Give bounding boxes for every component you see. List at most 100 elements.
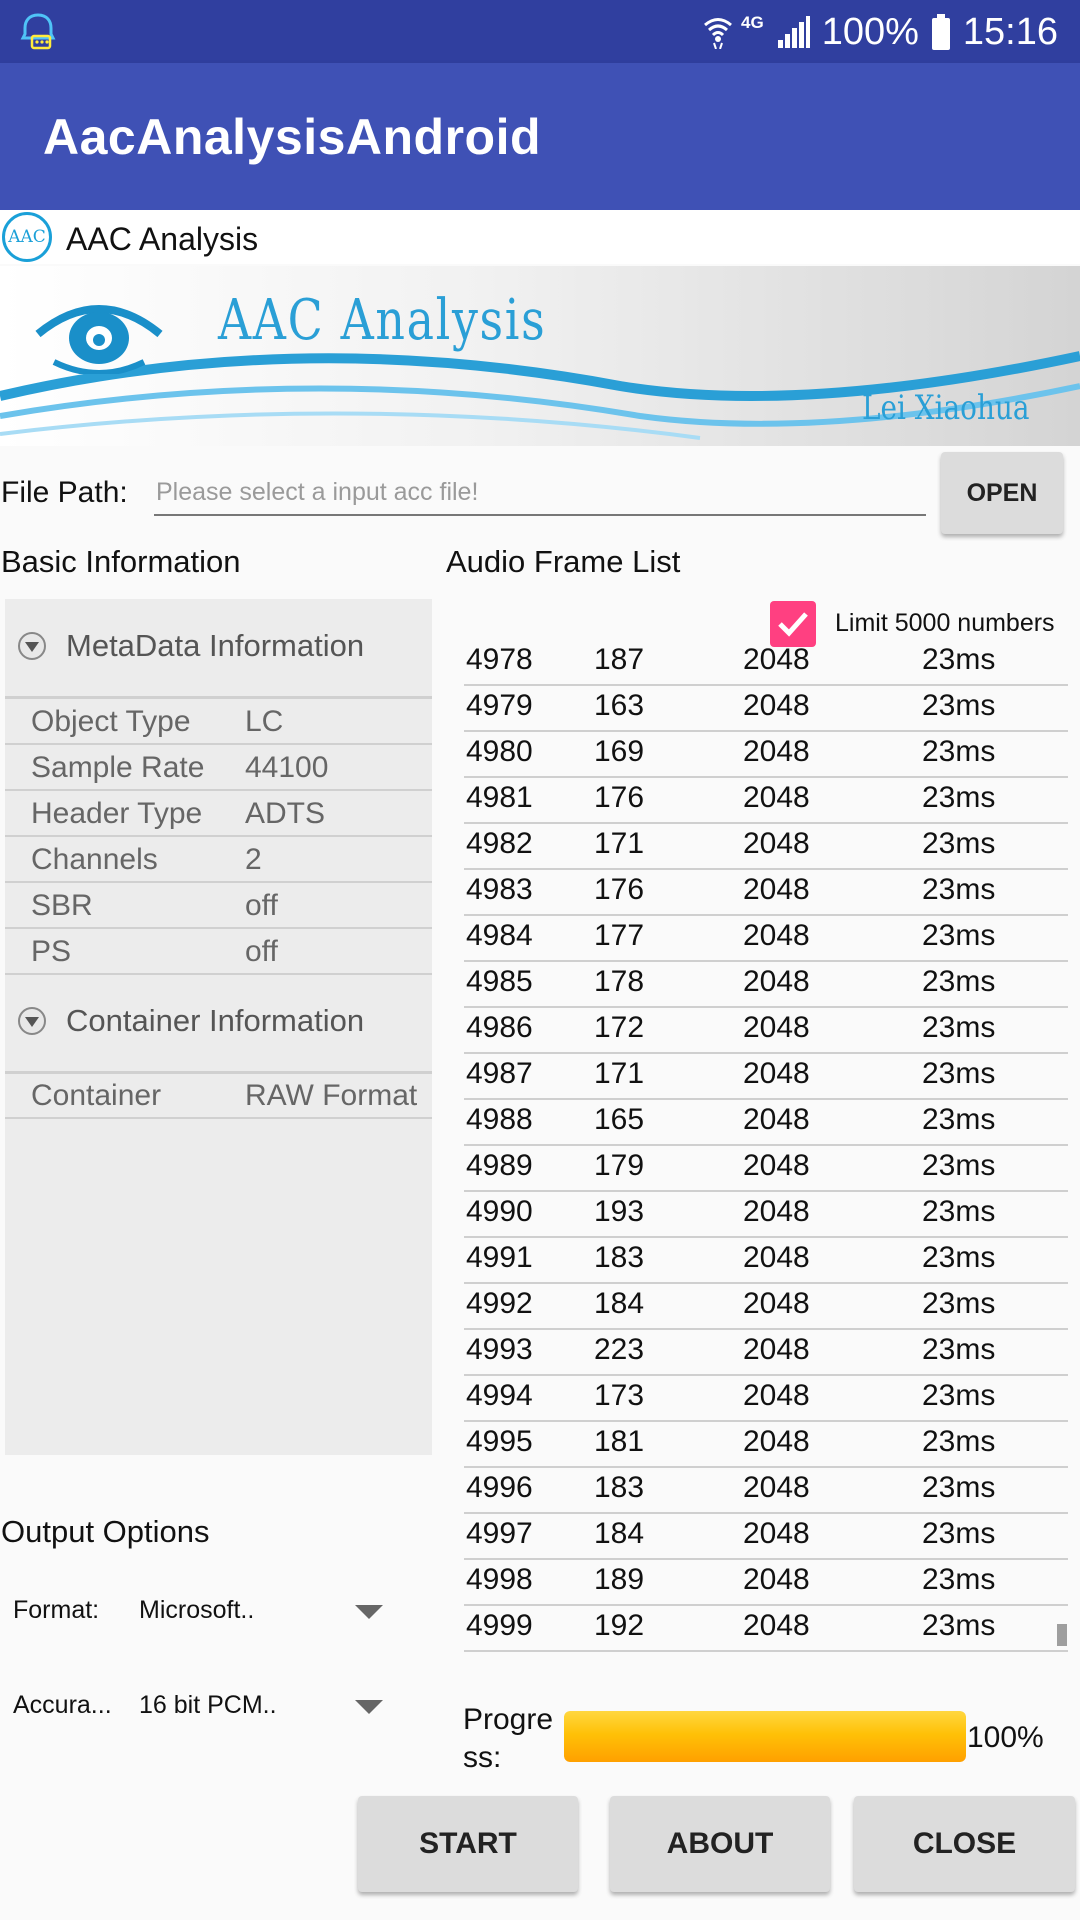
frame-row[interactable]: 4980 169 2048 23ms (464, 732, 1068, 778)
battery-icon (931, 14, 950, 50)
frame-row[interactable]: 4988 165 2048 23ms (464, 1100, 1068, 1146)
frame-duration: 23ms (922, 1011, 996, 1044)
basic-info-title: Basic Information (1, 544, 241, 579)
frame-size: 171 (594, 1057, 645, 1090)
frame-id: 4994 (466, 1379, 533, 1412)
frame-size: 184 (594, 1517, 645, 1550)
frame-row[interactable]: 4999 192 2048 23ms (464, 1606, 1068, 1652)
frame-row[interactable]: 4981 176 2048 23ms (464, 778, 1068, 824)
info-row-channels: Channels 2 (5, 837, 432, 883)
checkmark-icon (778, 612, 808, 637)
info-key: Sample Rate (31, 751, 205, 784)
status-bar: 4G 100% 15:16 (0, 0, 1080, 63)
frame-size: 179 (594, 1149, 645, 1182)
subtitle-row: AAC AAC Analysis (0, 210, 1080, 264)
about-button[interactable]: ABOUT (610, 1796, 830, 1892)
frame-size: 189 (594, 1563, 645, 1596)
frame-duration: 23ms (922, 1379, 996, 1412)
metadata-group-header[interactable]: MetaData Information (5, 599, 432, 691)
file-path-input[interactable] (154, 470, 926, 516)
list-scrollbar[interactable] (1057, 1624, 1067, 1646)
frame-id: 4989 (466, 1149, 533, 1182)
frame-samples: 2048 (743, 919, 810, 952)
frame-row[interactable]: 4979 163 2048 23ms (464, 686, 1068, 732)
info-key: Channels (31, 843, 158, 876)
frame-row[interactable]: 4987 171 2048 23ms (464, 1054, 1068, 1100)
progress-value: 100% (967, 1721, 1044, 1754)
format-value: Microsoft.. (139, 1596, 255, 1624)
frame-samples: 2048 (743, 1057, 810, 1090)
frame-id: 4998 (466, 1563, 533, 1596)
container-header-label: Container Information (66, 1003, 365, 1038)
frame-row[interactable]: 4985 178 2048 23ms (464, 962, 1068, 1008)
frame-size: 187 (594, 643, 645, 676)
frame-samples: 2048 (743, 689, 810, 722)
format-dropdown[interactable]: Microsoft.. (130, 1580, 390, 1640)
frame-samples: 2048 (743, 965, 810, 998)
frame-duration: 23ms (922, 873, 996, 906)
frame-duration: 23ms (922, 1057, 996, 1090)
frame-id: 4987 (466, 1057, 533, 1090)
info-row-object-type: Object Type LC (5, 699, 432, 745)
frame-row[interactable]: 4984 177 2048 23ms (464, 916, 1068, 962)
format-label: Format: (13, 1596, 100, 1624)
frame-row[interactable]: 4982 171 2048 23ms (464, 824, 1068, 870)
frame-row[interactable]: 4991 183 2048 23ms (464, 1238, 1068, 1284)
open-button[interactable]: OPEN (941, 452, 1063, 534)
frame-row[interactable]: 4995 181 2048 23ms (464, 1422, 1068, 1468)
frame-size: 223 (594, 1333, 645, 1366)
frame-id: 4985 (466, 965, 533, 998)
app-bar: AacAnalysisAndroid (0, 63, 1080, 210)
dropdown-arrow-icon (355, 1700, 383, 1714)
audio-frame-list[interactable]: 4978 187 2048 23ms 4979 163 2048 23ms 4980 169 204… (464, 640, 1068, 1652)
expand-icon (18, 1007, 46, 1035)
info-row-header-type: Header Type ADTS (5, 791, 432, 837)
info-value: RAW Format (245, 1079, 418, 1112)
info-row-sample-rate: Sample Rate 44100 (5, 745, 432, 791)
limit-label: Limit 5000 numbers (835, 609, 1055, 637)
info-key: Object Type (31, 705, 191, 738)
banner-author: Lei Xiaohua (862, 388, 1030, 428)
frame-size: 178 (594, 965, 645, 998)
frame-samples: 2048 (743, 1517, 810, 1550)
info-key: SBR (31, 889, 93, 922)
frame-row[interactable]: 4998 189 2048 23ms (464, 1560, 1068, 1606)
accuracy-value: 16 bit PCM.. (139, 1691, 277, 1719)
frame-id: 4986 (466, 1011, 533, 1044)
frame-id: 4993 (466, 1333, 533, 1366)
info-key: PS (31, 935, 72, 968)
frame-duration: 23ms (922, 1287, 996, 1320)
frame-row[interactable]: 4978 187 2048 23ms (464, 640, 1068, 686)
frame-row[interactable]: 4992 184 2048 23ms (464, 1284, 1068, 1330)
frame-row[interactable]: 4997 184 2048 23ms (464, 1514, 1068, 1560)
frame-id: 4978 (466, 643, 533, 676)
frame-row[interactable]: 4989 179 2048 23ms (464, 1146, 1068, 1192)
frame-row[interactable]: 4986 172 2048 23ms (464, 1008, 1068, 1054)
frame-samples: 2048 (743, 827, 810, 860)
frame-row[interactable]: 4993 223 2048 23ms (464, 1330, 1068, 1376)
frame-id: 4997 (466, 1517, 533, 1550)
clock: 15:16 (962, 10, 1058, 53)
info-row-ps: PS off (5, 929, 432, 975)
container-group-header[interactable]: Container Information (5, 974, 432, 1066)
frame-row[interactable]: 4990 193 2048 23ms (464, 1192, 1068, 1238)
frame-id: 4996 (466, 1471, 533, 1504)
frame-row[interactable]: 4983 176 2048 23ms (464, 870, 1068, 916)
frame-id: 4991 (466, 1241, 533, 1274)
frame-id: 4990 (466, 1195, 533, 1228)
frame-duration: 23ms (922, 643, 996, 676)
basic-info-panel: MetaData Information Object Type LC Samp… (5, 599, 432, 1455)
frame-samples: 2048 (743, 1287, 810, 1320)
frame-row[interactable]: 4994 173 2048 23ms (464, 1376, 1068, 1422)
frame-samples: 2048 (743, 1425, 810, 1458)
frame-samples: 2048 (743, 735, 810, 768)
network-type: 4G (741, 13, 764, 32)
frame-duration: 23ms (922, 1471, 996, 1504)
accuracy-dropdown[interactable]: 16 bit PCM.. (130, 1675, 390, 1735)
frame-row[interactable]: 4996 183 2048 23ms (464, 1468, 1068, 1514)
frame-size: 183 (594, 1471, 645, 1504)
frame-samples: 2048 (743, 1241, 810, 1274)
start-button[interactable]: START (358, 1796, 578, 1892)
info-value: 2 (245, 843, 262, 876)
close-button[interactable]: CLOSE (854, 1796, 1075, 1892)
